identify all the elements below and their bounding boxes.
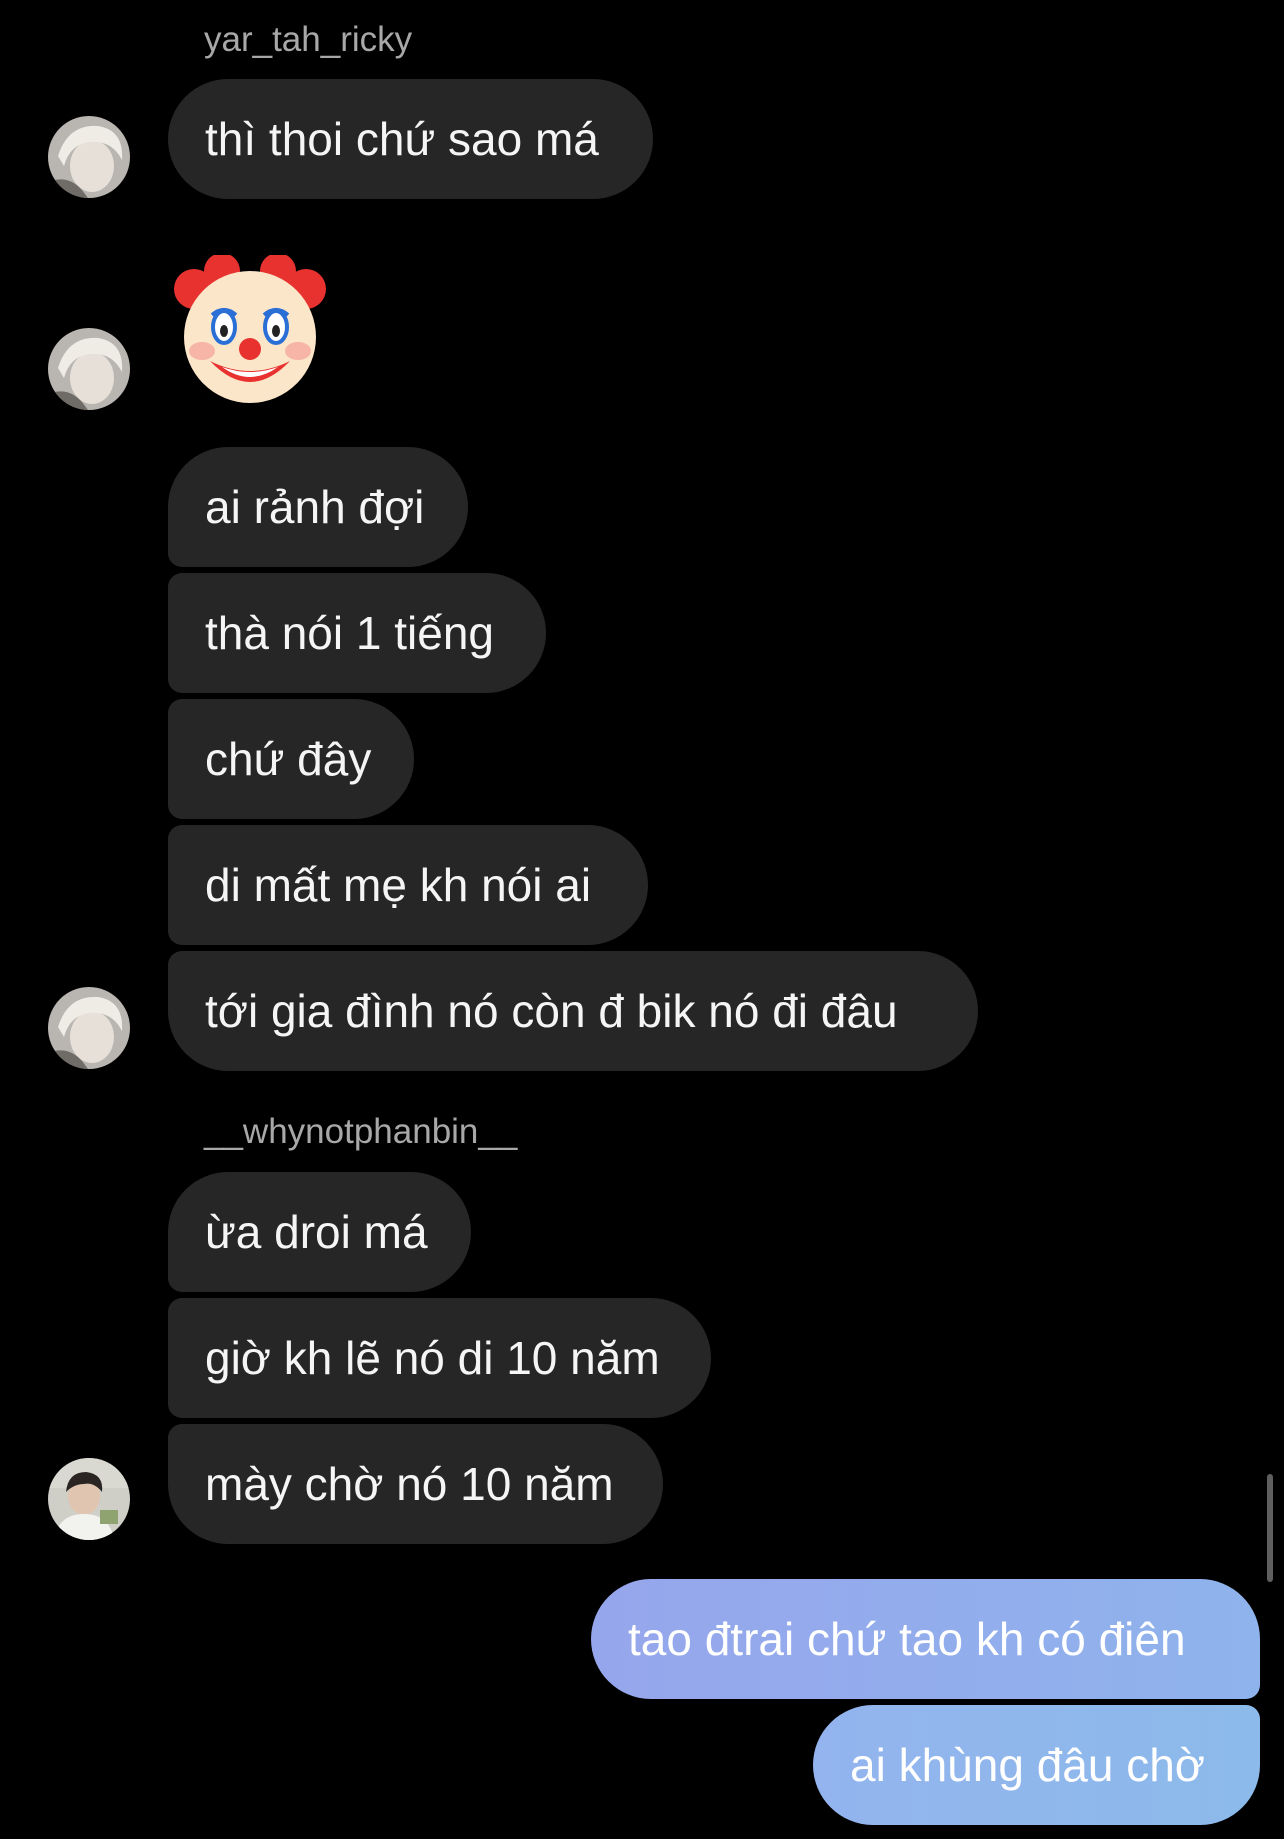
outgoing-message-bubble[interactable]: ai khùng đâu chờ [813,1705,1260,1825]
avatar-photo [48,1458,130,1540]
avatar[interactable] [48,328,130,410]
avatar-photo [48,328,130,410]
message-bubble[interactable]: ừa droi má [168,1172,471,1292]
outgoing-message-bubble[interactable]: tao đtrai chứ tao kh có điên [591,1579,1260,1699]
scrollbar[interactable] [1267,1474,1273,1582]
message-bubble[interactable]: ai rảnh đợi [168,447,468,567]
avatar-photo [48,987,130,1069]
message-bubble[interactable]: thì thoi chứ sao má [168,79,653,199]
message-bubble[interactable]: giờ kh lẽ nó di 10 năm [168,1298,711,1418]
message-bubble[interactable]: thà nói 1 tiếng [168,573,546,693]
avatar[interactable] [48,116,130,198]
message-bubble[interactable]: tới gia đình nó còn đ bik nó đi đâu [168,951,978,1071]
sender-name: __whynotphanbin__ [204,1112,518,1151]
avatar[interactable] [48,987,130,1069]
message-bubble[interactable]: chứ đây [168,699,414,819]
message-bubble[interactable]: mày chờ nó 10 năm [168,1424,663,1544]
clown-face-icon[interactable] [172,253,328,405]
message-bubble[interactable]: di mất mẹ kh nói ai [168,825,648,945]
sender-name: yar_tah_ricky [204,20,413,59]
avatar[interactable] [48,1458,130,1540]
avatar-photo [48,116,130,198]
